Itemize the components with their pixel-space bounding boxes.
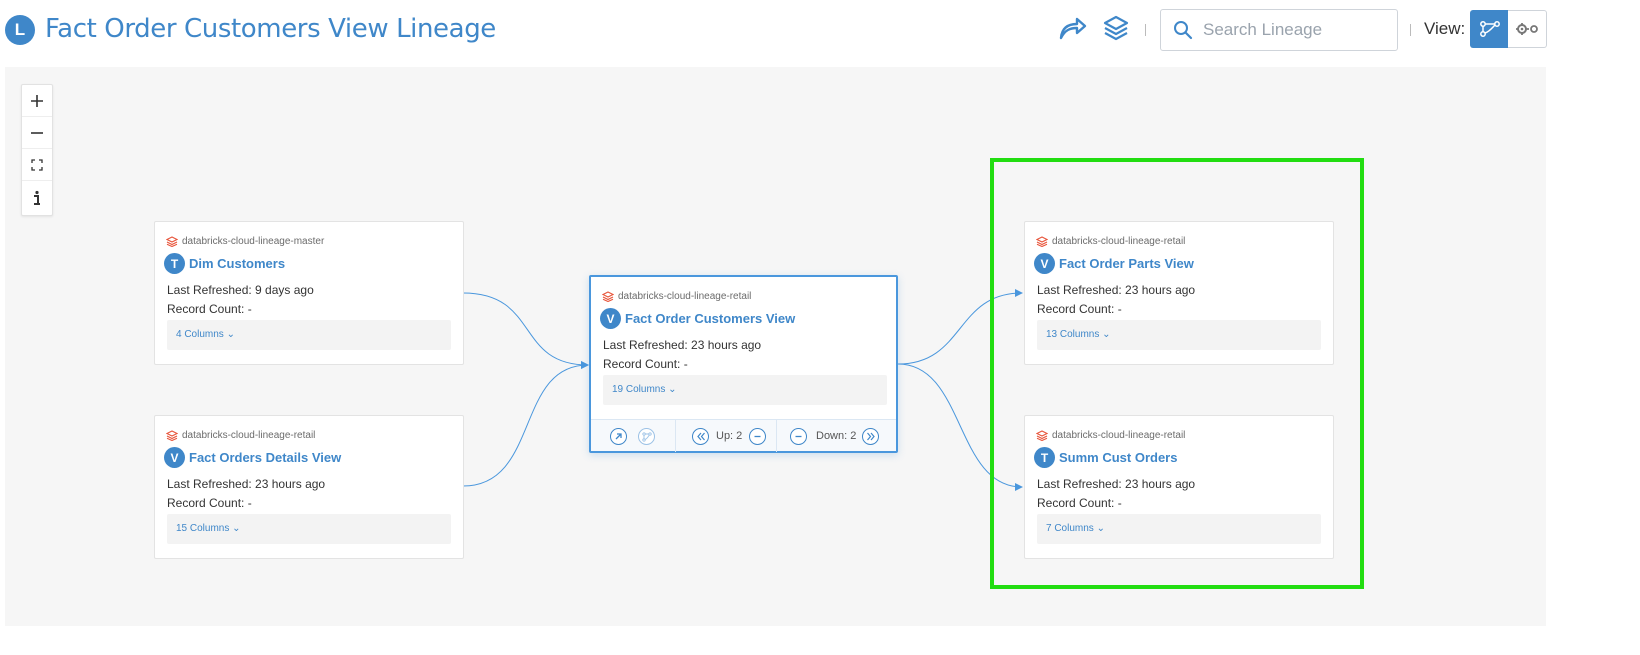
node-record-count: Record Count: - [1037,496,1122,510]
focus-lineage-icon[interactable] [638,428,655,445]
node-name-link[interactable]: Fact Order Customers View [625,311,795,326]
page-header: L Fact Order Customers View Lineage View… [0,0,1640,66]
node-columns-toggle[interactable]: 15 Columns ⌄ [167,514,451,544]
node-last-refreshed: Last Refreshed: 23 hours ago [167,477,326,491]
upstream-depth-label: Up: 2 [716,430,743,442]
collapse-upstream-icon[interactable] [749,428,766,445]
databricks-icon [1036,430,1048,441]
node-name-link[interactable]: Fact Orders Details View [189,450,341,465]
node-record-count: Record Count: - [167,302,252,316]
node-type-badge: V [164,447,185,468]
node-columns-toggle[interactable]: 19 Columns ⌄ [603,375,887,405]
lineage-node-fact-order-parts-view[interactable]: databricks-cloud-lineage-retail V Fact O… [1024,221,1334,365]
node-last-refreshed: Last Refreshed: 23 hours ago [603,338,762,352]
node-footer-controls: Up: 2 Down: 2 [591,419,896,452]
node-source: databricks-cloud-lineage-retail [602,291,751,302]
databricks-icon [1036,236,1048,247]
zoom-controls [21,84,53,216]
node-record-count: Record Count: - [167,496,252,510]
search-input[interactable] [1201,16,1391,44]
node-source: databricks-cloud-lineage-retail [1036,236,1185,247]
node-type-badge: T [1034,447,1055,468]
node-columns-toggle[interactable]: 13 Columns ⌄ [1037,320,1321,350]
fit-screen-icon[interactable] [22,149,52,181]
search-box[interactable] [1160,9,1398,51]
downstream-depth-label: Down: 2 [816,430,857,442]
node-source: databricks-cloud-lineage-master [166,236,324,247]
lineage-node-dim-customers[interactable]: databricks-cloud-lineage-master T Dim Cu… [154,221,464,365]
node-columns-toggle[interactable]: 7 Columns ⌄ [1037,514,1321,544]
node-columns-toggle[interactable]: 4 Columns ⌄ [167,320,451,350]
search-icon [1173,20,1193,45]
footer-divider [776,420,777,452]
lineage-graph-view-button[interactable] [1470,10,1509,48]
node-type-badge: T [164,253,185,274]
header-divider [1410,24,1411,36]
node-name-link[interactable]: Summ Cust Orders [1059,450,1177,465]
zoom-out-icon[interactable] [22,117,52,149]
databricks-icon [166,236,178,247]
databricks-icon [602,291,614,302]
lineage-node-summ-cust-orders[interactable]: databricks-cloud-lineage-retail T Summ C… [1024,415,1334,559]
lineage-badge: L [5,15,35,45]
node-name-link[interactable]: Fact Order Parts View [1059,256,1194,271]
node-last-refreshed: Last Refreshed: 23 hours ago [1037,283,1196,297]
node-source: databricks-cloud-lineage-retail [1036,430,1185,441]
lineage-node-fact-orders-details-view[interactable]: databricks-cloud-lineage-retail V Fact O… [154,415,464,559]
header-divider [1145,24,1146,36]
node-last-refreshed: Last Refreshed: 9 days ago [167,283,314,297]
node-type-badge: V [1034,253,1055,274]
databricks-icon [166,430,178,441]
node-record-count: Record Count: - [603,357,688,371]
share-icon[interactable] [1057,12,1089,44]
expand-all-upstream-icon[interactable] [692,428,709,445]
node-type-badge: V [600,308,621,329]
collapse-downstream-icon[interactable] [790,428,807,445]
footer-divider [675,420,676,452]
page-title: Fact Order Customers View Lineage [45,14,496,44]
layers-icon[interactable] [1100,12,1132,44]
info-icon[interactable] [22,181,52,215]
lineage-node-center-fact-order-customers-view[interactable]: databricks-cloud-lineage-retail V Fact O… [589,275,898,453]
view-label: View: [1424,19,1466,38]
expand-all-downstream-icon[interactable] [862,428,879,445]
zoom-in-icon[interactable] [22,85,52,117]
open-node-icon[interactable] [610,428,627,445]
node-source: databricks-cloud-lineage-retail [166,430,315,441]
node-last-refreshed: Last Refreshed: 23 hours ago [1037,477,1196,491]
settings-connector-view-button[interactable] [1508,10,1547,48]
node-record-count: Record Count: - [1037,302,1122,316]
node-name-link[interactable]: Dim Customers [189,256,285,271]
